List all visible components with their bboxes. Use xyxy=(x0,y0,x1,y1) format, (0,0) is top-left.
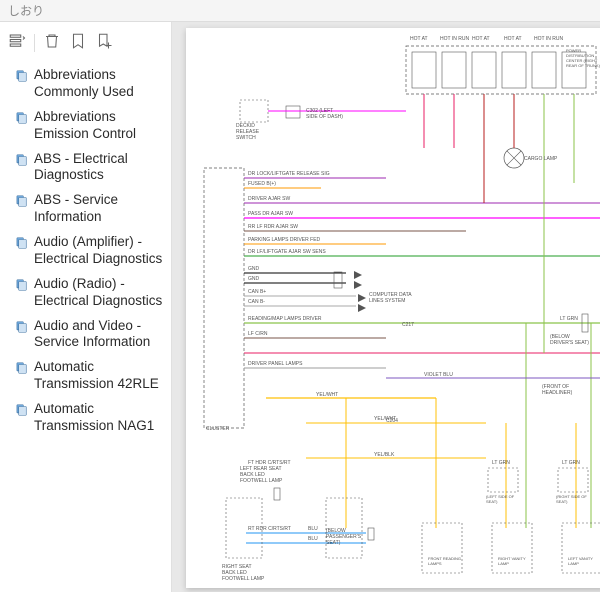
c204-label: C204 xyxy=(386,418,398,424)
bookmark-label: Audio and Video - Service Information xyxy=(34,318,165,352)
cargo-lamp-label: CARGO LAMP xyxy=(524,156,557,162)
sig-row-3: PASS DR AJAR SW xyxy=(248,211,293,217)
page-icon xyxy=(14,236,28,254)
hot-label-5: HOT IN RUN xyxy=(534,36,563,42)
page-icon xyxy=(14,153,28,171)
bookmark-icon[interactable] xyxy=(69,32,87,53)
bookmark-label: Automatic Transmission NAG1 xyxy=(34,401,165,435)
page-icon xyxy=(14,69,28,87)
bookmark-label: Automatic Transmission 42RLE xyxy=(34,359,165,393)
ft-hdr-label: FT HDR C/RTS/RT xyxy=(248,460,291,466)
below-driver-seat-label: (BELOW DRIVER'S SEAT) xyxy=(550,334,590,346)
blu-label: BLU xyxy=(308,526,318,532)
page-icon xyxy=(14,194,28,212)
bookmark-item[interactable]: Automatic Transmission NAG1 xyxy=(6,397,167,439)
violet-blu-label: VIOLET BLU xyxy=(424,372,453,378)
sidebar-toolbar xyxy=(4,28,167,63)
c302-label: C302 (LEFT SIDE OF DASH) xyxy=(306,108,346,120)
page-icon xyxy=(14,361,28,379)
tab-label: しおり xyxy=(8,2,44,19)
lt-grn-label: LT GRN xyxy=(560,316,578,322)
hot-label-1: HOT AT xyxy=(410,36,428,42)
left-vanity-label: LEFT VANITY LAMP xyxy=(568,556,600,566)
hot-label-4: HOT AT xyxy=(504,36,522,42)
sig-row-8: GND xyxy=(248,276,259,282)
bookmark-item[interactable]: Audio and Video - Service Information xyxy=(6,314,167,356)
below-passenger-label: (BELOW PASSENGER'S SEAT) xyxy=(326,528,376,546)
cluster-label: CLUSTER xyxy=(206,426,229,432)
sig-row-5: PARKING LAMPS DRIVER FED xyxy=(248,237,320,243)
wiring-diagram xyxy=(186,28,600,588)
pdf-page: HOT AT HOT IN RUN HOT AT HOT AT HOT IN R… xyxy=(186,28,600,588)
lt-grn3-label: LT GRN xyxy=(562,460,580,466)
rt-rdr-label: RT RDR C/RTS/RT xyxy=(248,526,291,532)
yelblk-label: YEL/BLK xyxy=(374,452,394,458)
sig-row-9: CAN B+ xyxy=(248,289,266,295)
main-split: Abbreviations Commonly Used Abbreviations… xyxy=(0,22,600,592)
add-bookmark-icon[interactable] xyxy=(95,32,113,53)
bookmark-item[interactable]: Audio (Amplifier) - Electrical Diagnosti… xyxy=(6,230,167,272)
sig-row-11: READING/MAP LAMPS DRIVER xyxy=(248,316,322,322)
pdc-label: POWER DISTRIBUTION CENTER (RIGHT REAR OF… xyxy=(566,48,600,68)
sig-row-0: DR LOCK/LIFTGATE RELEASE SIG xyxy=(248,171,330,177)
bookmark-item[interactable]: Abbreviations Commonly Used xyxy=(6,63,167,105)
bookmark-label: Abbreviations Commonly Used xyxy=(34,67,165,101)
bookmark-item[interactable]: Automatic Transmission 42RLE xyxy=(6,355,167,397)
bookmark-item[interactable]: ABS - Electrical Diagnostics xyxy=(6,147,167,189)
sig-row-10: CAN B- xyxy=(248,299,265,305)
sig-row-6: DR LF/LIFTGATE AJAR SW SENS xyxy=(248,249,326,255)
sig-row-12: LF C/RN xyxy=(248,331,267,337)
yelwht-label: YEL/WHT xyxy=(316,392,338,398)
bookmark-label: Audio (Radio) - Electrical Diagnostics xyxy=(34,276,165,310)
sig-row-1: FUSED B(+) xyxy=(248,181,276,187)
right-seat-led-label: RIGHT SEAT BACK LED FOOTWELL LAMP xyxy=(222,564,266,582)
page-icon xyxy=(14,403,28,421)
bookmark-item[interactable]: Abbreviations Emission Control xyxy=(6,105,167,147)
page-icon xyxy=(14,111,28,129)
page-icon xyxy=(14,320,28,338)
bookmark-item[interactable]: Audio (Radio) - Electrical Diagnostics xyxy=(6,272,167,314)
sig-row-2: DRIVER AJAR SW xyxy=(248,196,290,202)
bookmark-item[interactable]: ABS - Service Information xyxy=(6,188,167,230)
bookmarks-list: Abbreviations Commonly Used Abbreviations… xyxy=(4,63,167,586)
yel-side-label: (RIGHT SIDE OF SEAT) xyxy=(556,494,592,504)
left-rear-seat-led-label: LEFT REAR SEAT BACK LED FOOTWELL LAMP xyxy=(240,466,288,484)
lt-grn2-label: LT GRN xyxy=(492,460,510,466)
bookmark-label: ABS - Electrical Diagnostics xyxy=(34,151,165,185)
front-headliner-label: (FRONT OF HEADLINER) xyxy=(542,384,588,396)
decklid-switch-label: DECKID RELEASE SWITCH xyxy=(236,123,272,141)
sig-row-4: RR LF RDR AJAR SW xyxy=(248,224,298,230)
bookmark-label: ABS - Service Information xyxy=(34,192,165,226)
outline-icon[interactable] xyxy=(8,32,26,53)
pdf-canvas[interactable]: HOT AT HOT IN RUN HOT AT HOT AT HOT IN R… xyxy=(172,22,600,592)
right-vanity-label: RIGHT VANITY LAMP xyxy=(498,556,534,566)
bookmark-label: Audio (Amplifier) - Electrical Diagnosti… xyxy=(34,234,165,268)
pdf-tab-bar: しおり xyxy=(0,0,600,22)
computer-data-lines-label: COMPUTER DATA LINES SYSTEM xyxy=(369,292,413,304)
sig-row-14: DRIVER PANEL LAMPS xyxy=(248,361,302,367)
trash-icon[interactable] xyxy=(43,32,61,53)
bookmark-label: Abbreviations Emission Control xyxy=(34,109,165,143)
lt-side-label: (LEFT SIDE OF SEAT) xyxy=(486,494,522,504)
hot-label-2: HOT IN RUN xyxy=(440,36,469,42)
front-reading-label: FRONT READING LAMPS xyxy=(428,556,468,566)
hot-label-3: HOT AT xyxy=(472,36,490,42)
c217-label: C217 xyxy=(402,322,414,328)
sig-row-7: GND xyxy=(248,266,259,272)
bookmarks-sidebar: Abbreviations Commonly Used Abbreviations… xyxy=(0,22,172,592)
blu2-label: BLU xyxy=(308,536,318,542)
page-icon xyxy=(14,278,28,296)
